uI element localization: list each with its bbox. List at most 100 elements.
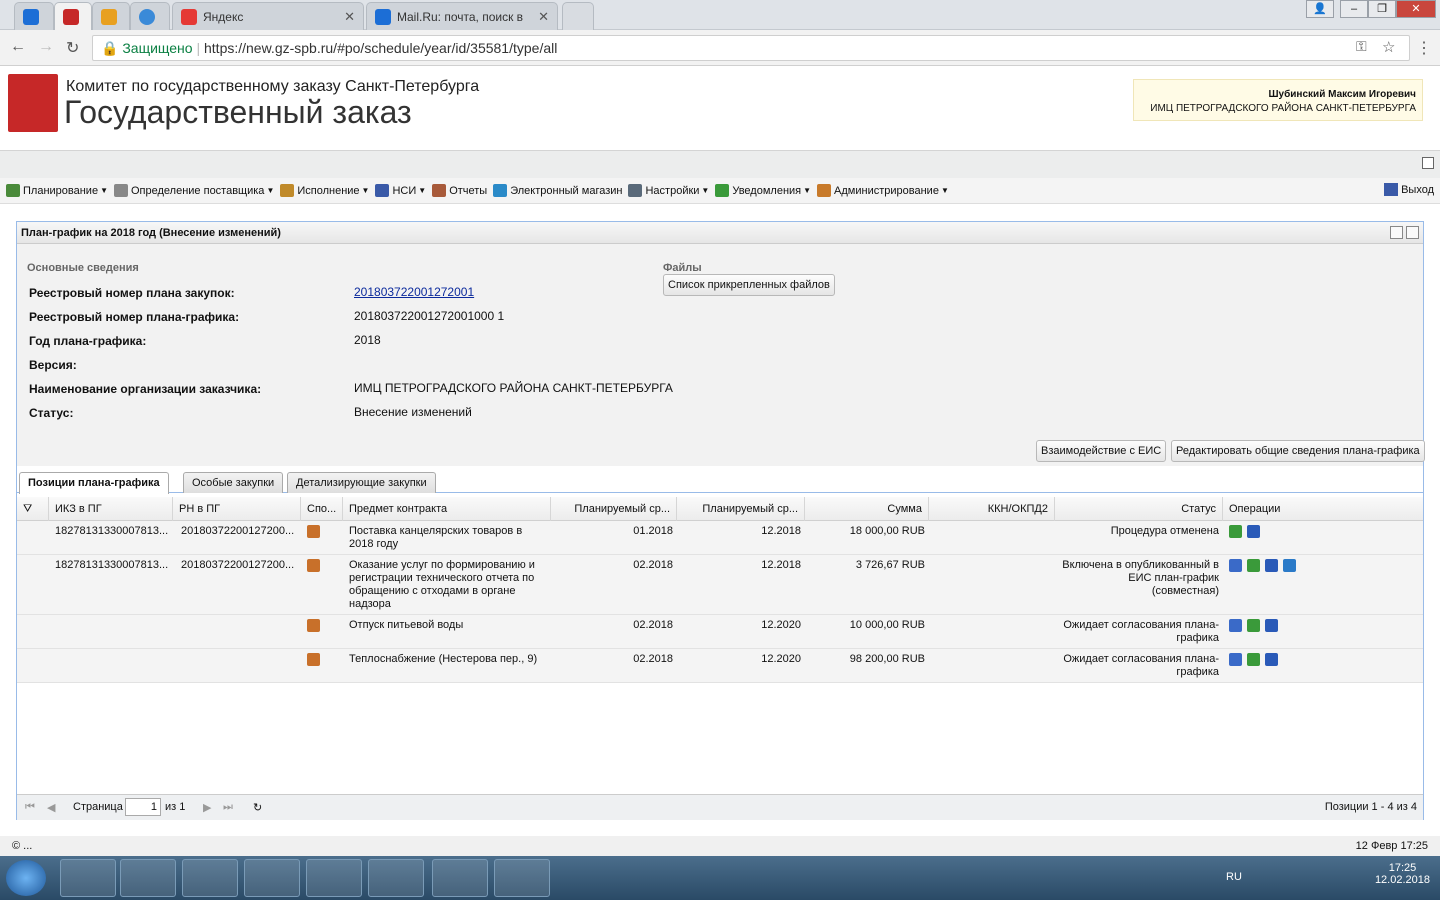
menu-item-7[interactable]: Уведомления ▼: [715, 184, 811, 197]
settings-icon[interactable]: [1247, 619, 1260, 632]
settings-icon[interactable]: [1247, 559, 1260, 572]
plan-number-link[interactable]: 201803722001272001: [354, 285, 474, 299]
procurement-method-cell: [307, 619, 326, 636]
excel-taskbar-icon[interactable]: [244, 859, 300, 897]
maximize-icon[interactable]: ❐: [1368, 0, 1396, 18]
column-header[interactable]: Предмет контракта: [343, 497, 551, 521]
refresh-panel-icon[interactable]: [1406, 226, 1419, 239]
refresh-icon[interactable]: ↻: [253, 801, 262, 814]
messenger-taskbar-icon[interactable]: [306, 859, 362, 897]
gavel-icon: [307, 653, 320, 666]
chart-icon[interactable]: [1265, 653, 1278, 666]
chart-icon[interactable]: [1265, 559, 1278, 572]
key-icon[interactable]: ⚿: [1356, 38, 1367, 55]
browser-tab-envelope[interactable]: [92, 2, 130, 30]
menu-item-0[interactable]: Планирование ▼: [6, 184, 108, 197]
gz-logo-icon: [63, 8, 79, 25]
cell-end: 12.2018: [761, 559, 801, 571]
browser-tab-mail-pinned[interactable]: [14, 2, 54, 30]
chart-icon[interactable]: [1265, 619, 1278, 632]
eis-interaction-button[interactable]: Взаимодействие с ЕИС: [1036, 440, 1167, 462]
collapse-icon[interactable]: [1422, 157, 1434, 169]
spb-coat-of-arms-logo: [8, 74, 58, 132]
table-row[interactable]: Теплоснабжение (Нестерова пер., 9) 02.201…: [17, 649, 1423, 683]
prev-page-icon[interactable]: ◀: [47, 801, 55, 814]
close-icon[interactable]: ✕: [344, 9, 355, 25]
menu-item-6[interactable]: Настройки ▼: [628, 184, 709, 197]
kebab-menu-icon[interactable]: ⋮: [1416, 38, 1432, 58]
table-row[interactable]: 18278131330007813... 20180372200127200...…: [17, 555, 1423, 615]
column-header[interactable]: ККН/ОКПД2: [929, 497, 1055, 521]
ie-taskbar-icon[interactable]: [120, 859, 176, 897]
field-value: 201803722001272001: [354, 285, 474, 299]
browser-tab-info[interactable]: [130, 2, 170, 30]
word-taskbar-icon[interactable]: [368, 859, 424, 897]
menu-item-4[interactable]: Отчеты: [432, 184, 487, 197]
chart-icon[interactable]: [1247, 525, 1260, 538]
tab-positions[interactable]: Позиции плана-графика: [19, 472, 169, 494]
mail-icon: [23, 8, 39, 25]
column-header[interactable]: Спо...: [301, 497, 343, 521]
close-icon[interactable]: ✕: [538, 9, 549, 25]
page-number-input[interactable]: 1: [125, 798, 161, 816]
table-row[interactable]: Отпуск питьевой воды 02.2018 12.2020 10 000…: [17, 615, 1423, 649]
edit-icon[interactable]: [1229, 619, 1242, 632]
settings-icon[interactable]: [1229, 525, 1242, 538]
start-button[interactable]: [6, 860, 46, 896]
settings-icon[interactable]: [1247, 653, 1260, 666]
first-page-icon[interactable]: ⏮: [25, 801, 35, 814]
envelope-icon: [715, 184, 730, 197]
table-row[interactable]: 18278131330007813... 20180372200127200...…: [17, 521, 1423, 555]
explorer-taskbar-icon[interactable]: [60, 859, 116, 897]
clock[interactable]: 17:25 12.02.2018: [1375, 862, 1430, 886]
new-tab-button[interactable]: [562, 2, 594, 30]
forward-icon[interactable]: →: [38, 38, 54, 56]
minimize-panel-icon[interactable]: [1390, 226, 1403, 239]
column-header[interactable]: Сумма: [805, 497, 929, 521]
menu-item-3[interactable]: НСИ ▼: [375, 184, 426, 197]
column-header[interactable]: РН в ПГ: [173, 497, 301, 521]
positions-grid: ⛛ ИКЗ в ПГ РН в ПГ Спо... Предмет контра…: [17, 497, 1423, 683]
edit-icon[interactable]: [1229, 559, 1242, 572]
edit-general-info-button[interactable]: Редактировать общие сведения плана-графи…: [1171, 440, 1425, 462]
column-header[interactable]: ИКЗ в ПГ: [49, 497, 173, 521]
minimize-icon[interactable]: –: [1340, 0, 1368, 18]
column-header[interactable]: Планируемый ср...: [677, 497, 805, 521]
reload-icon[interactable]: ↻: [66, 38, 79, 58]
secure-label: Защищено: [122, 40, 193, 56]
tab-label: Яндекс: [203, 9, 244, 24]
menu-item-label: Отчеты: [449, 184, 488, 197]
column-header[interactable]: Статус: [1055, 497, 1223, 521]
1c-taskbar-icon[interactable]: [494, 859, 550, 897]
browser-tab-gz[interactable]: [54, 2, 92, 30]
browser-tab-yandex[interactable]: Яндекс ✕: [172, 2, 364, 30]
url-input[interactable]: 🔒 Защищено | https://new.gz-spb.ru/#po/s…: [92, 35, 1410, 61]
menu-item-label: Электронный магазин: [510, 184, 623, 197]
user-icon[interactable]: 👤: [1306, 0, 1334, 18]
publish-icon[interactable]: [1283, 559, 1296, 572]
edit-icon[interactable]: [1229, 653, 1242, 666]
chrome-taskbar-icon[interactable]: [182, 859, 238, 897]
browser-tab-mailru[interactable]: Mail.Ru: почта, поиск в ✕: [366, 2, 558, 30]
column-header[interactable]: Планируемый ср...: [551, 497, 677, 521]
logout-button[interactable]: Выход: [1384, 183, 1434, 196]
cell-rn: 20180372200127200...: [181, 559, 295, 571]
back-icon[interactable]: ←: [10, 38, 26, 56]
menu-item-8[interactable]: Администрирование ▼: [817, 184, 949, 197]
menu-item-2[interactable]: Исполнение ▼: [280, 184, 369, 197]
recycle-taskbar-icon[interactable]: [432, 859, 488, 897]
last-page-icon[interactable]: ⏭: [223, 801, 233, 814]
star-icon[interactable]: ☆: [1382, 38, 1395, 56]
menu-item-1[interactable]: Определение поставщика ▼: [114, 184, 274, 197]
column-header[interactable]: Операции: [1223, 497, 1423, 521]
attached-files-button[interactable]: Список прикрепленных файлов: [663, 274, 835, 296]
operations-cell: [1229, 559, 1301, 576]
menu-item-5[interactable]: Электронный магазин: [493, 184, 622, 197]
tab-special[interactable]: Особые закупки: [183, 472, 284, 493]
filter-icon[interactable]: ⛛: [17, 497, 49, 521]
cell-start: 01.2018: [633, 525, 673, 537]
tab-detailing[interactable]: Детализирующие закупки: [287, 472, 436, 493]
close-window-icon[interactable]: ✕: [1396, 0, 1436, 18]
next-page-icon[interactable]: ▶: [203, 801, 211, 814]
language-indicator[interactable]: RU: [1226, 871, 1242, 883]
